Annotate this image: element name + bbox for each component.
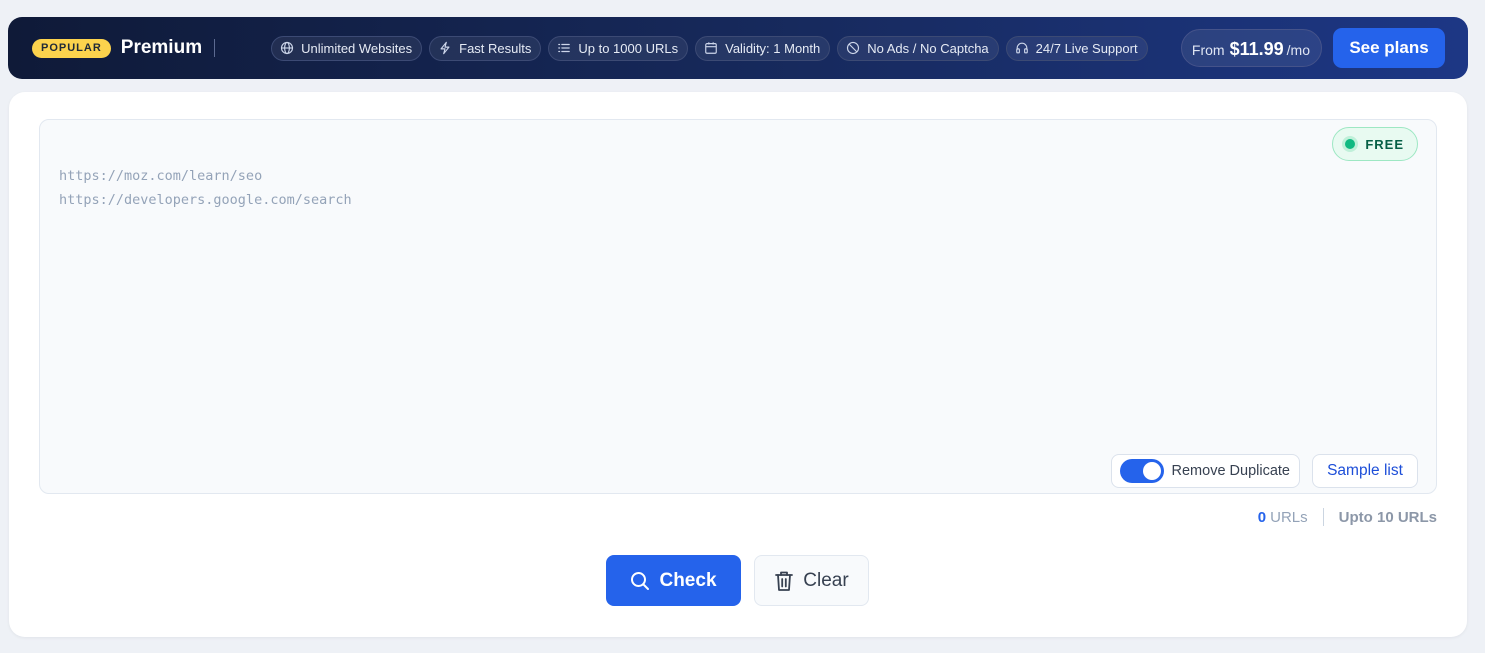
lightning-icon bbox=[438, 41, 452, 55]
feature-chip-no-ads: No Ads / No Captcha bbox=[837, 35, 999, 61]
remove-duplicate-toggle[interactable]: Remove Duplicate bbox=[1110, 454, 1300, 488]
check-label: Check bbox=[659, 569, 717, 591]
price-prefix: From bbox=[1191, 42, 1225, 58]
toggle-switch[interactable] bbox=[1119, 459, 1164, 483]
feature-chip-fast-results: Fast Results bbox=[429, 35, 542, 61]
banner-title: Premium bbox=[120, 37, 203, 58]
clear-button[interactable]: Clear bbox=[754, 555, 869, 606]
free-badge: FREE bbox=[1332, 127, 1418, 161]
feature-label: No Ads / No Captcha bbox=[867, 40, 989, 56]
price-suffix: /mo bbox=[1286, 42, 1310, 58]
feature-chip-validity: Validity: 1 Month bbox=[695, 35, 831, 61]
search-icon bbox=[631, 571, 650, 590]
url-editor: FREE Remove Duplicate Sample list bbox=[39, 119, 1437, 494]
feature-label: Fast Results bbox=[459, 40, 532, 56]
feature-chip-url-limit: Up to 1000 URLs bbox=[548, 35, 689, 61]
status-dot-icon bbox=[1345, 139, 1356, 149]
url-count-unit: URLs bbox=[1270, 508, 1308, 526]
url-input[interactable] bbox=[40, 120, 1436, 493]
feature-label: 24/7 Live Support bbox=[1035, 40, 1138, 56]
feature-label: Unlimited Websites bbox=[301, 40, 413, 56]
premium-banner: POPULAR Premium Unlimited Websites Fast … bbox=[8, 17, 1468, 79]
feature-chip-unlimited-websites: Unlimited Websites bbox=[271, 35, 423, 61]
clear-label: Clear bbox=[803, 569, 849, 591]
popular-badge: POPULAR bbox=[32, 38, 111, 58]
sample-list-button[interactable]: Sample list bbox=[1312, 454, 1418, 488]
globe-icon bbox=[280, 41, 294, 55]
calendar-icon bbox=[704, 41, 718, 55]
price-tag: From $11.99 /mo bbox=[1180, 29, 1322, 67]
list-icon bbox=[557, 41, 571, 55]
no-ads-icon bbox=[846, 41, 860, 55]
price-value: $11.99 bbox=[1229, 39, 1284, 59]
url-checker-card: FREE Remove Duplicate Sample list 0 URLs… bbox=[9, 92, 1467, 637]
counter-divider bbox=[1322, 508, 1324, 526]
feature-label: Up to 1000 URLs bbox=[578, 40, 679, 56]
see-plans-button[interactable]: See plans bbox=[1333, 28, 1445, 68]
trash-icon bbox=[775, 571, 794, 591]
url-counter: 0 URLs Upto 10 URLs bbox=[1258, 508, 1437, 526]
feature-list: Unlimited Websites Fast Results Up to 10… bbox=[271, 35, 1148, 61]
remove-duplicate-label: Remove Duplicate bbox=[1171, 463, 1290, 479]
check-button[interactable]: Check bbox=[606, 555, 741, 606]
url-count: 0 bbox=[1257, 508, 1267, 526]
toggle-knob bbox=[1142, 462, 1161, 480]
free-label: FREE bbox=[1365, 136, 1404, 152]
feature-chip-support: 24/7 Live Support bbox=[1005, 35, 1148, 61]
banner-divider bbox=[214, 39, 216, 57]
url-limit: Upto 10 URLs bbox=[1338, 508, 1437, 526]
feature-label: Validity: 1 Month bbox=[725, 40, 821, 56]
headset-icon bbox=[1015, 41, 1029, 55]
